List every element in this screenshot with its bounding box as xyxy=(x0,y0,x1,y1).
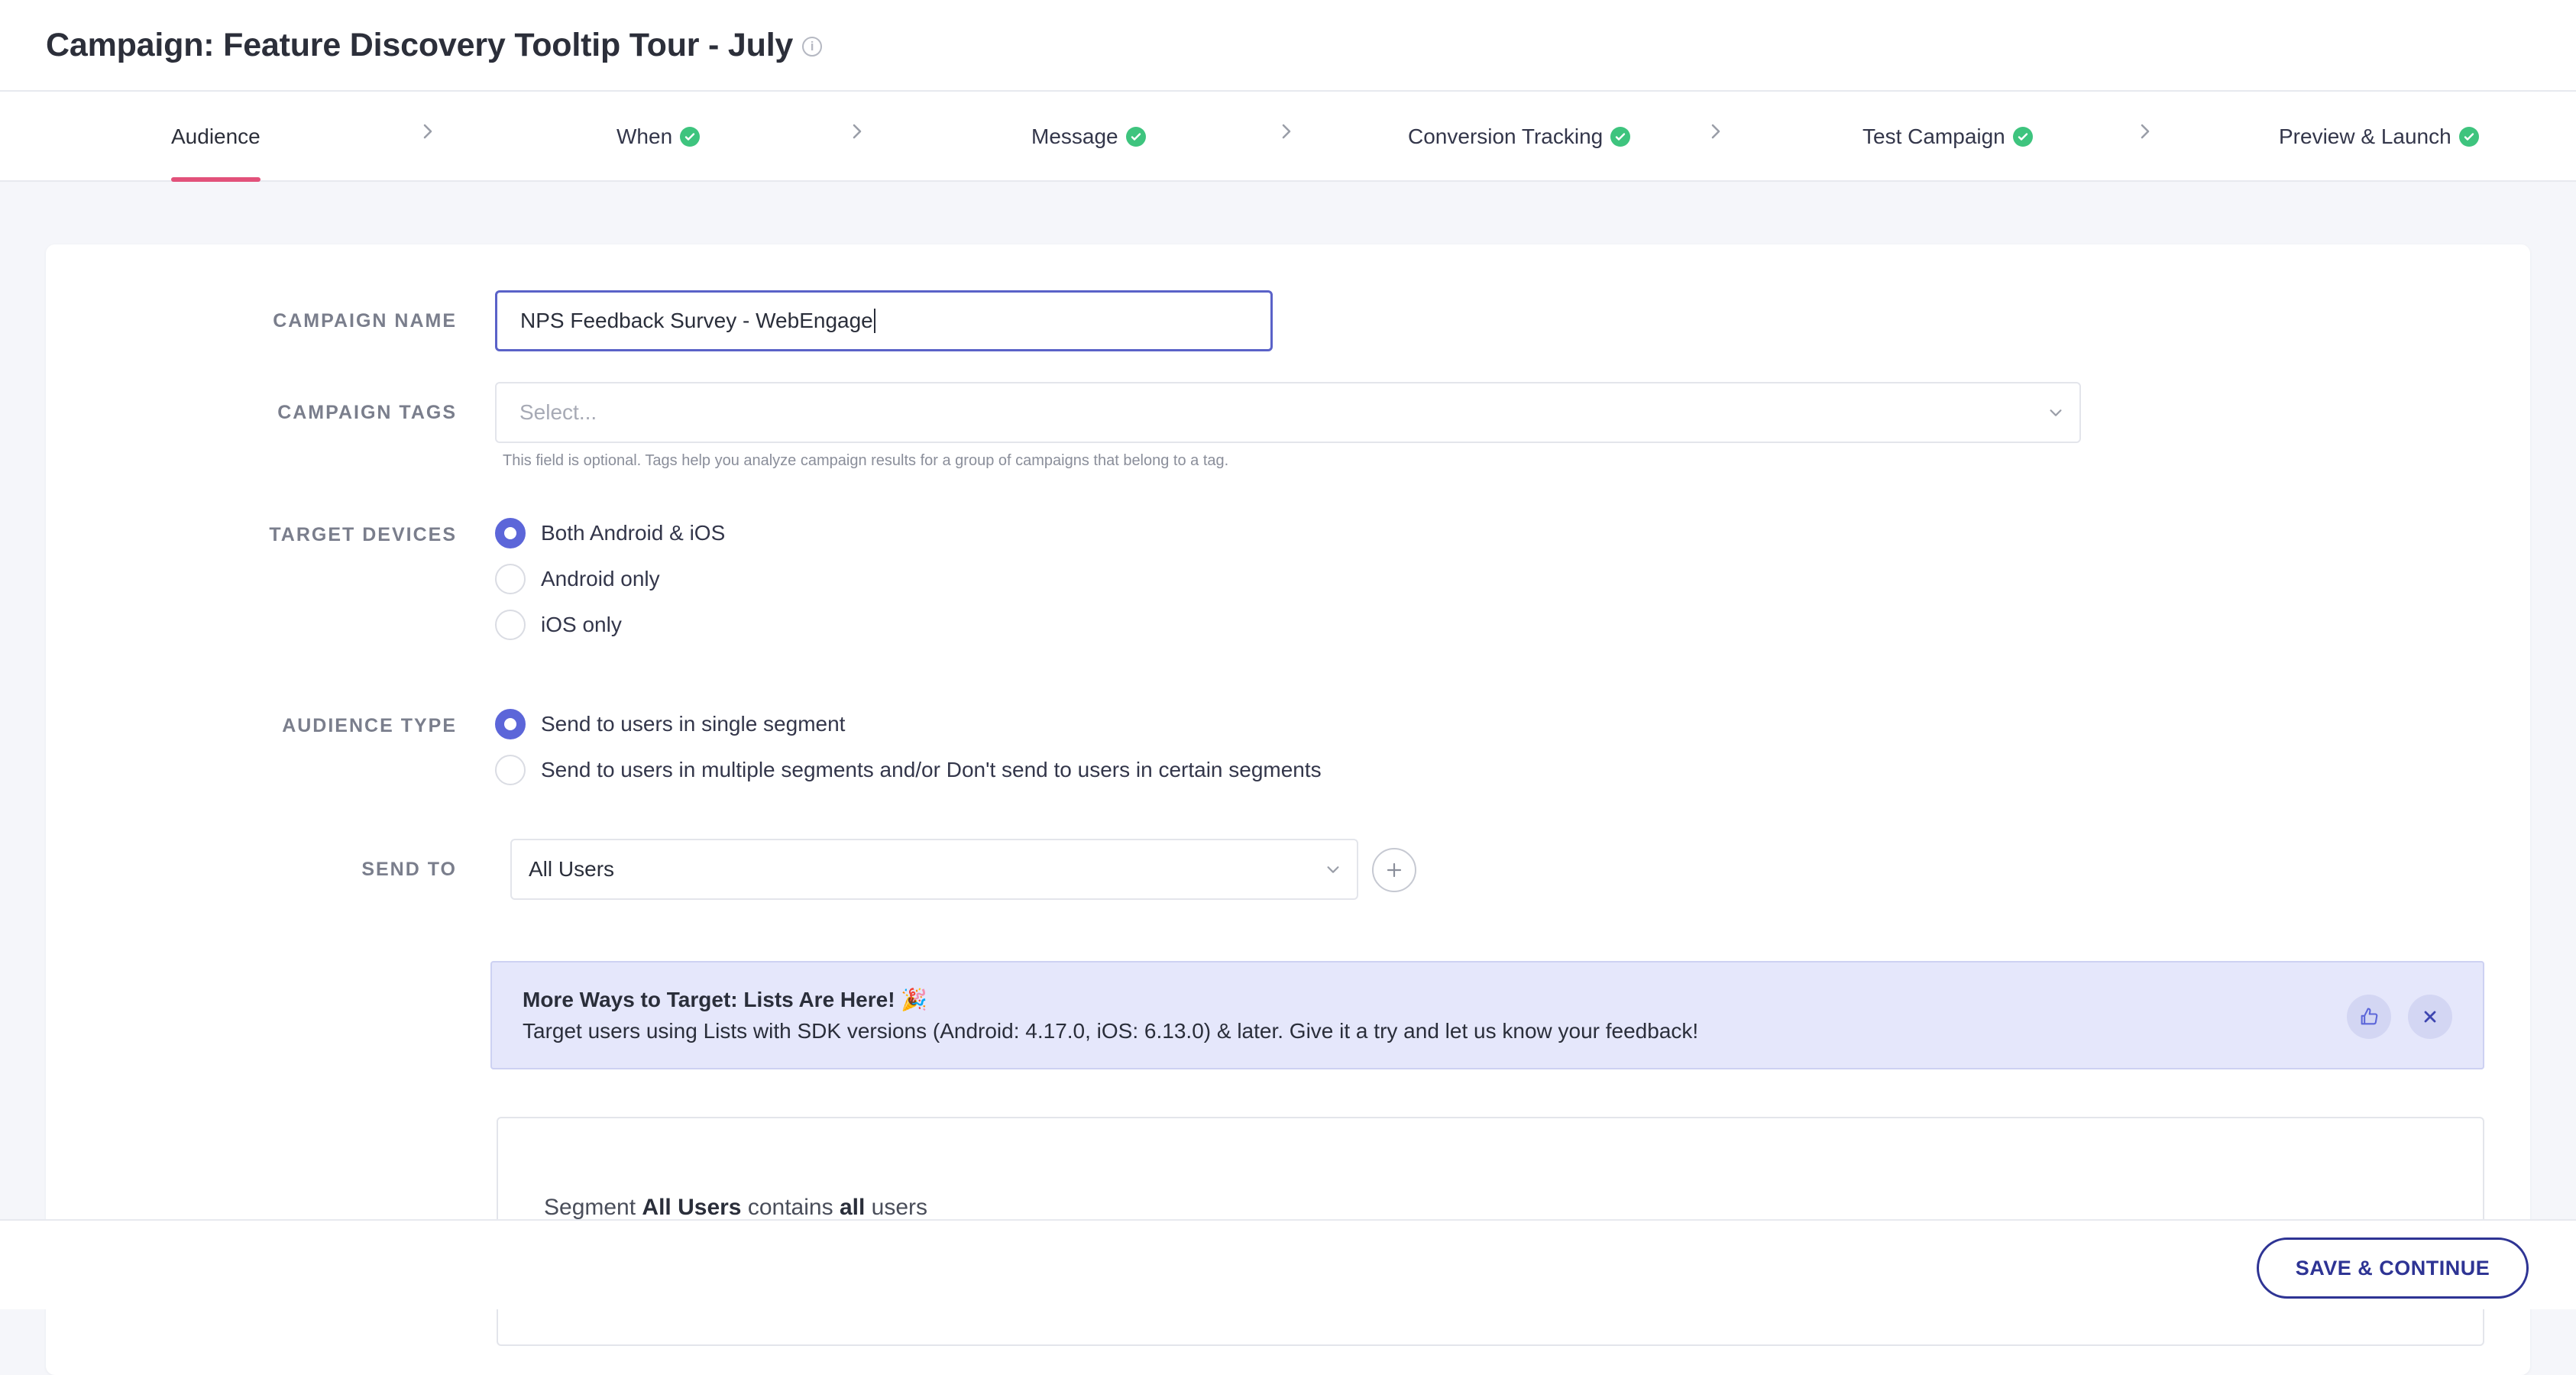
close-icon xyxy=(2424,1011,2436,1023)
campaign-tags-helper: This field is optional. Tags help you an… xyxy=(503,452,1229,469)
close-banner-button[interactable] xyxy=(2408,995,2452,1039)
radio-unselected-icon xyxy=(495,564,526,594)
radio-label: Send to users in single segment xyxy=(541,712,846,736)
info-icon[interactable]: i xyxy=(802,37,823,57)
radio-multiple-segments[interactable]: Send to users in multiple segments and/o… xyxy=(495,755,1322,785)
chevron-right-icon xyxy=(2141,124,2150,139)
radio-label: Send to users in multiple segments and/o… xyxy=(541,758,1322,781)
segment-prefix: Segment xyxy=(544,1195,636,1220)
chevron-right-icon xyxy=(1711,124,1720,139)
campaign-tags-select[interactable]: Select... xyxy=(495,382,2081,443)
send-to-value: All Users xyxy=(529,857,615,881)
banner-text: Target users using Lists with SDK versio… xyxy=(523,1019,1699,1043)
campaign-name-input[interactable]: NPS Feedback Survey - WebEngage xyxy=(495,290,1273,351)
segment-suffix: users xyxy=(871,1195,927,1220)
step-preview-launch[interactable]: Preview & Launch xyxy=(2279,92,2479,182)
banner-title: More Ways to Target: Lists Are Here! 🎉 xyxy=(523,988,928,1011)
campaign-name-label: CAMPAIGN NAME xyxy=(273,310,457,332)
radio-unselected-icon xyxy=(495,610,526,640)
step-audience[interactable]: Audience xyxy=(171,92,261,182)
step-label: Message xyxy=(1031,125,1118,148)
radio-single-segment[interactable]: Send to users in single segment xyxy=(495,709,845,739)
segment-name: All Users xyxy=(642,1195,742,1220)
page-header: Campaign: Feature Discovery Tooltip Tour… xyxy=(0,0,2576,92)
step-conversion-tracking[interactable]: Conversion Tracking xyxy=(1408,92,1631,182)
check-circle-icon xyxy=(680,127,701,147)
thumbs-up-icon xyxy=(2361,1008,2378,1025)
radio-android-only[interactable]: Android only xyxy=(495,564,660,594)
step-when[interactable]: When xyxy=(616,92,701,182)
step-label: Audience xyxy=(171,125,261,148)
segment-quantifier: all xyxy=(839,1195,866,1220)
chevron-down-icon xyxy=(1327,866,1339,873)
target-devices-label: TARGET DEVICES xyxy=(269,524,457,545)
radio-ios-only[interactable]: iOS only xyxy=(495,610,622,640)
send-to-label: SEND TO xyxy=(361,859,457,880)
chevron-right-icon xyxy=(853,124,862,139)
step-label: Test Campaign xyxy=(1862,125,2005,148)
plus-icon xyxy=(1387,862,1402,878)
check-circle-icon xyxy=(2458,127,2479,147)
step-label: When xyxy=(616,125,673,148)
lists-announcement-banner: More Ways to Target: Lists Are Here! 🎉 T… xyxy=(490,961,2484,1069)
radio-selected-icon xyxy=(495,709,526,739)
step-label: Preview & Launch xyxy=(2279,125,2451,148)
check-circle-icon xyxy=(1610,127,1631,147)
add-segment-button[interactable] xyxy=(1372,848,1416,892)
step-label: Conversion Tracking xyxy=(1408,125,1604,148)
send-to-select[interactable]: All Users xyxy=(510,839,1358,900)
audience-type-label: AUDIENCE TYPE xyxy=(282,715,457,736)
page-title: Campaign: Feature Discovery Tooltip Tour… xyxy=(46,26,794,63)
chevron-right-icon xyxy=(1282,124,1291,139)
campaign-tags-placeholder: Select... xyxy=(519,400,597,424)
radio-label: Android only xyxy=(541,567,660,590)
radio-label: iOS only xyxy=(541,613,622,636)
step-test-campaign[interactable]: Test Campaign xyxy=(1862,92,2033,182)
step-message[interactable]: Message xyxy=(1031,92,1146,182)
text-caret xyxy=(873,309,875,333)
check-circle-icon xyxy=(1125,127,1146,147)
segment-middle: contains xyxy=(747,1195,833,1220)
segment-summary-text: Segment All Users contains all users xyxy=(544,1195,927,1221)
radio-label: Both Android & iOS xyxy=(541,521,726,545)
campaign-tags-label: CAMPAIGN TAGS xyxy=(277,402,457,423)
thumbs-up-button[interactable] xyxy=(2347,995,2391,1039)
chevron-right-icon xyxy=(423,124,432,139)
chevron-down-icon xyxy=(2050,409,2062,416)
footer-bar: SAVE & CONTINUE xyxy=(0,1219,2576,1309)
radio-selected-icon xyxy=(495,518,526,548)
save-and-continue-button[interactable]: SAVE & CONTINUE xyxy=(2257,1238,2529,1299)
check-circle-icon xyxy=(2012,127,2033,147)
campaign-name-value: NPS Feedback Survey - WebEngage xyxy=(520,309,873,332)
radio-unselected-icon xyxy=(495,755,526,785)
radio-both-android-ios[interactable]: Both Android & iOS xyxy=(495,518,725,548)
